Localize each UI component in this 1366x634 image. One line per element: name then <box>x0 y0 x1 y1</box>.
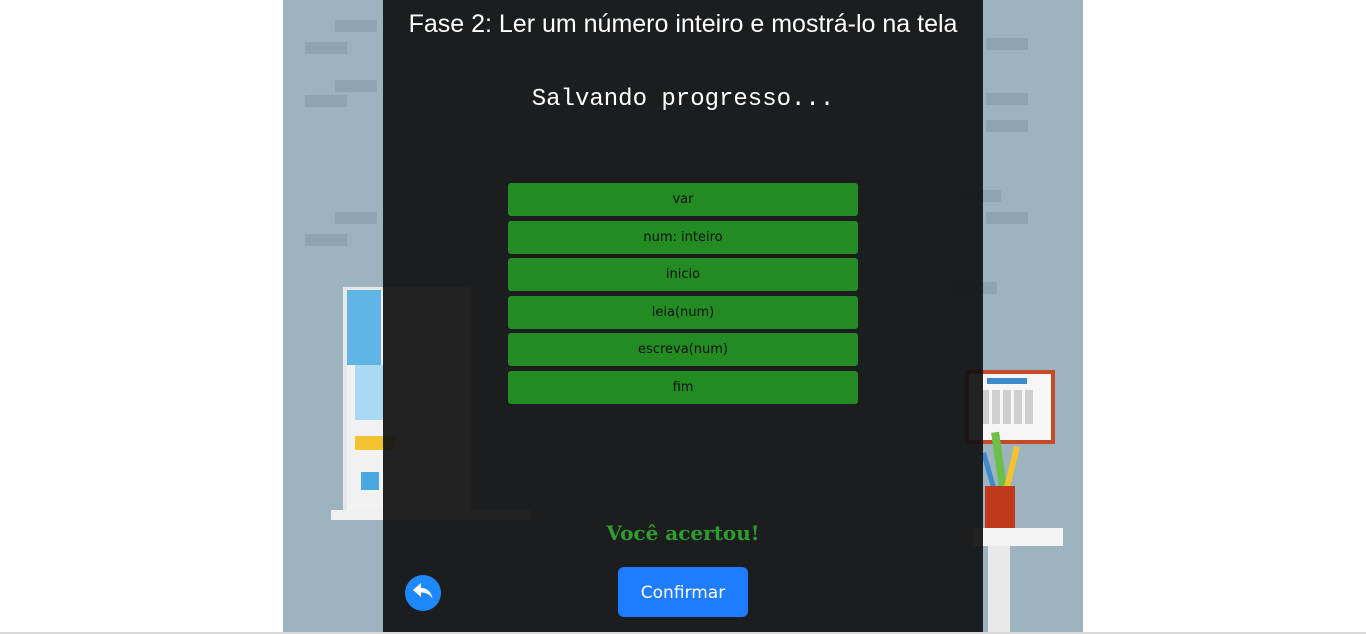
window-pane-illustration <box>355 365 385 420</box>
code-block-inicio[interactable]: inicio <box>508 258 858 292</box>
wall-brick <box>335 80 377 92</box>
desk-leg-illustration <box>988 546 1010 634</box>
confirm-button[interactable]: Confirmar <box>618 567 748 617</box>
calendar-header-illustration <box>987 378 1027 384</box>
window-square-illustration <box>361 472 379 490</box>
desk-illustration <box>973 528 1063 546</box>
calendar-grid-illustration <box>981 390 1035 424</box>
pencil-cup-illustration <box>985 486 1015 528</box>
code-block-list: var num: inteiro inicio leia(num) escrev… <box>508 183 858 409</box>
code-block-var[interactable]: var <box>508 183 858 216</box>
wall-brick <box>305 234 347 246</box>
saving-status: Salvando progresso... <box>531 86 835 113</box>
wall-brick <box>305 42 347 54</box>
stage-title: Fase 2: Ler um número inteiro e mostrá-l… <box>408 10 958 38</box>
wall-brick <box>335 20 377 32</box>
back-button[interactable] <box>405 575 441 611</box>
game-panel: Fase 2: Ler um número inteiro e mostrá-l… <box>383 0 983 634</box>
game-scene: Fase 2: Ler um número inteiro e mostrá-l… <box>283 0 1083 634</box>
code-block-escreva[interactable]: escreva(num) <box>508 333 858 367</box>
reply-arrow-icon <box>412 582 434 605</box>
code-block-leia[interactable]: leia(num) <box>508 295 858 329</box>
wall-brick <box>986 120 1028 132</box>
code-block-fim[interactable]: fim <box>508 370 858 404</box>
result-message: Você acertou! <box>606 521 760 545</box>
wall-brick <box>986 93 1028 105</box>
wall-brick <box>986 212 1028 224</box>
wall-brick <box>305 95 347 107</box>
window-blind-illustration <box>347 290 381 365</box>
pencil-illustration <box>1004 445 1020 489</box>
wall-brick <box>335 212 377 224</box>
wall-brick <box>986 38 1028 50</box>
code-block-declaration[interactable]: num: inteiro <box>508 220 858 254</box>
